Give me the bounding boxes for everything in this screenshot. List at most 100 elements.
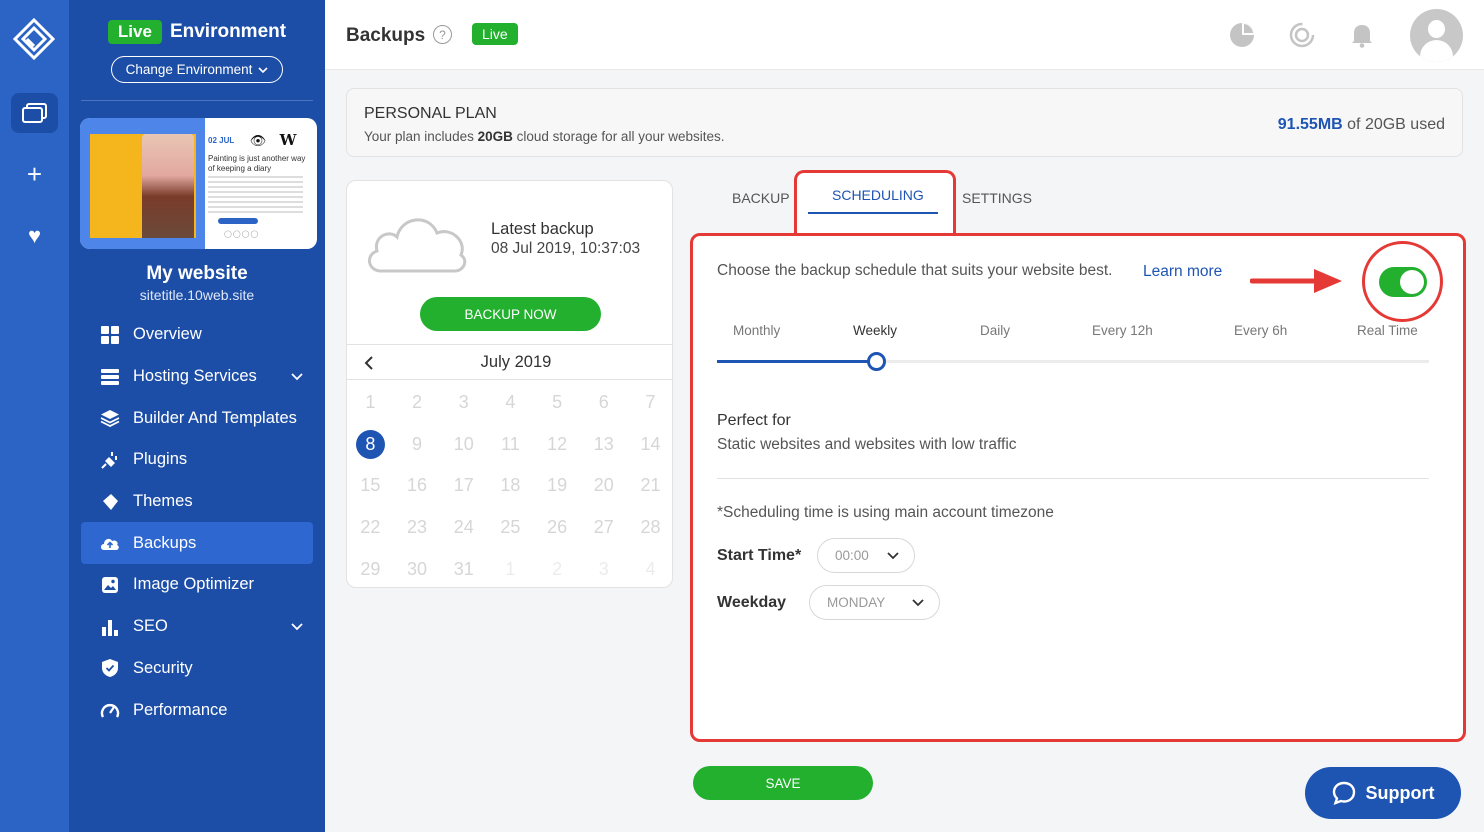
save-button[interactable]: SAVE xyxy=(693,766,873,800)
frequency-slider-handle[interactable] xyxy=(867,352,886,371)
calendar-day[interactable]: 19 xyxy=(534,470,581,500)
calendar-day[interactable]: 29 xyxy=(347,554,394,584)
calendar-day[interactable]: 5 xyxy=(534,387,581,417)
tab-backup[interactable]: BACKUP xyxy=(732,190,790,206)
frequency-monthly[interactable]: Monthly xyxy=(733,323,780,338)
calendar-day[interactable]: 1 xyxy=(487,554,534,584)
chat-icon xyxy=(1332,781,1355,805)
loading-icon[interactable] xyxy=(1287,20,1317,50)
site-url[interactable]: sitetitle.10web.site xyxy=(69,287,325,303)
calendar-day[interactable]: 18 xyxy=(487,470,534,500)
calendar-day[interactable]: 2 xyxy=(394,387,441,417)
sidebar-item-plugins[interactable]: Plugins xyxy=(81,439,313,481)
calendar-day[interactable]: 1 xyxy=(347,387,394,417)
calendar-day[interactable]: 20 xyxy=(580,470,627,500)
cloud-upload-icon xyxy=(99,532,121,554)
avatar[interactable] xyxy=(1410,9,1463,62)
arrow-right-icon xyxy=(1250,269,1342,293)
frequency-daily[interactable]: Daily xyxy=(980,323,1010,338)
calendar-day[interactable]: 9 xyxy=(394,429,441,459)
calendar-day[interactable]: 31 xyxy=(440,554,487,584)
bell-icon[interactable] xyxy=(1347,20,1377,50)
calendar-day-number: 4 xyxy=(505,391,516,412)
preview-headline: Painting is just another way of keeping … xyxy=(208,154,306,173)
tab-scheduling[interactable]: SCHEDULING xyxy=(832,187,924,203)
calendar-day-number: 21 xyxy=(640,475,661,496)
support-button[interactable]: Support xyxy=(1305,767,1461,819)
sidebar-item-backups[interactable]: Backups xyxy=(81,522,313,565)
heart-icon[interactable]: ♥ xyxy=(11,216,58,256)
calendar-day[interactable]: 16 xyxy=(394,470,441,500)
chevron-down-icon[interactable] xyxy=(291,372,303,381)
sidebar-item-hosting-services[interactable]: Hosting Services xyxy=(81,356,313,398)
environment-label: Environment xyxy=(169,21,287,42)
calendar-day[interactable]: 17 xyxy=(440,470,487,500)
sidebar-item-seo[interactable]: SEO xyxy=(81,606,313,648)
help-icon[interactable]: ? xyxy=(433,25,452,44)
start-time-select[interactable]: 00:00 xyxy=(817,538,915,573)
eye-icon[interactable]: 👁 xyxy=(246,131,270,151)
real-time-toggle[interactable] xyxy=(1379,267,1427,297)
chevron-down-icon[interactable] xyxy=(291,623,303,631)
calendar-day[interactable]: 25 xyxy=(487,512,534,542)
calendar-day-number: 4 xyxy=(645,558,656,579)
sidebar-item-label: Hosting Services xyxy=(133,367,257,386)
calendar-day[interactable]: 11 xyxy=(487,429,534,459)
calendar-day[interactable]: 22 xyxy=(347,512,394,542)
calendar-day-number: 6 xyxy=(598,391,609,412)
frequency-weekly[interactable]: Weekly xyxy=(853,323,897,338)
calendar-day[interactable]: 8 xyxy=(347,429,394,459)
calendar-day[interactable]: 27 xyxy=(580,512,627,542)
calendar-day[interactable]: 10 xyxy=(440,429,487,459)
sidebar-item-overview[interactable]: Overview xyxy=(81,314,313,356)
learn-more-link[interactable]: Learn more xyxy=(1143,263,1222,281)
add-icon[interactable]: + xyxy=(11,154,58,194)
pie-chart-icon[interactable] xyxy=(1227,20,1257,50)
backup-now-button[interactable]: BACKUP NOW xyxy=(420,297,601,331)
calendar-day-number: 24 xyxy=(453,516,474,537)
sidebar-item-image-optimizer[interactable]: Image Optimizer xyxy=(81,564,313,606)
frequency-every-6h[interactable]: Every 6h xyxy=(1234,323,1287,338)
top-bar: Backups ? Live xyxy=(325,0,1484,70)
calendar-day[interactable]: 6 xyxy=(580,387,627,417)
plan-desc-prefix: Your plan includes xyxy=(364,129,478,144)
logo-icon[interactable] xyxy=(13,18,55,60)
calendar-day[interactable]: 14 xyxy=(627,429,672,459)
calendar-day-number: 31 xyxy=(453,558,474,579)
calendar-day[interactable]: 3 xyxy=(440,387,487,417)
plug-icon xyxy=(99,449,121,471)
calendar-day[interactable]: 4 xyxy=(627,554,672,584)
start-time-label: Start Time* xyxy=(717,547,802,564)
sidebar-item-builder-and-templates[interactable]: Builder And Templates xyxy=(81,397,313,439)
calendar-day[interactable]: 24 xyxy=(440,512,487,542)
calendar-day[interactable]: 28 xyxy=(627,512,672,542)
calendar-day-number: 1 xyxy=(505,558,516,579)
calendar-day[interactable]: 2 xyxy=(534,554,581,584)
calendar-day[interactable]: 23 xyxy=(394,512,441,542)
calendar-day[interactable]: 12 xyxy=(534,429,581,459)
sidebar-item-themes[interactable]: Themes xyxy=(81,481,313,523)
calendar-day-number: 30 xyxy=(407,558,428,579)
calendar-day-number: 7 xyxy=(645,391,656,412)
calendar-day[interactable]: 26 xyxy=(534,512,581,542)
sidebar-item-performance[interactable]: Performance xyxy=(81,689,313,731)
tab-settings[interactable]: SETTINGS xyxy=(962,190,1032,206)
calendar-day[interactable]: 21 xyxy=(627,470,672,500)
calendar-day[interactable]: 7 xyxy=(627,387,672,417)
cloud-icon xyxy=(368,218,467,273)
calendar-day[interactable]: 30 xyxy=(394,554,441,584)
calendar-day[interactable]: 15 xyxy=(347,470,394,500)
website-preview-thumbnail[interactable]: 02 JUL 👁 W Painting is just another way … xyxy=(80,118,317,249)
frequency-real-time[interactable]: Real Time xyxy=(1357,323,1418,338)
frequency-every-12h[interactable]: Every 12h xyxy=(1092,323,1153,338)
sidebar-item-security[interactable]: Security xyxy=(81,648,313,690)
calendar-day[interactable]: 4 xyxy=(487,387,534,417)
websites-icon[interactable] xyxy=(11,93,58,133)
change-environment-button[interactable]: Change Environment xyxy=(111,56,283,83)
calendar-day[interactable]: 3 xyxy=(580,554,627,584)
active-tab-underline xyxy=(808,212,938,214)
weekday-select[interactable]: MONDAY xyxy=(809,585,940,620)
calendar-day[interactable]: 13 xyxy=(580,429,627,459)
calendar-day-number: 19 xyxy=(547,475,568,496)
wordpress-icon[interactable]: W xyxy=(276,128,300,152)
